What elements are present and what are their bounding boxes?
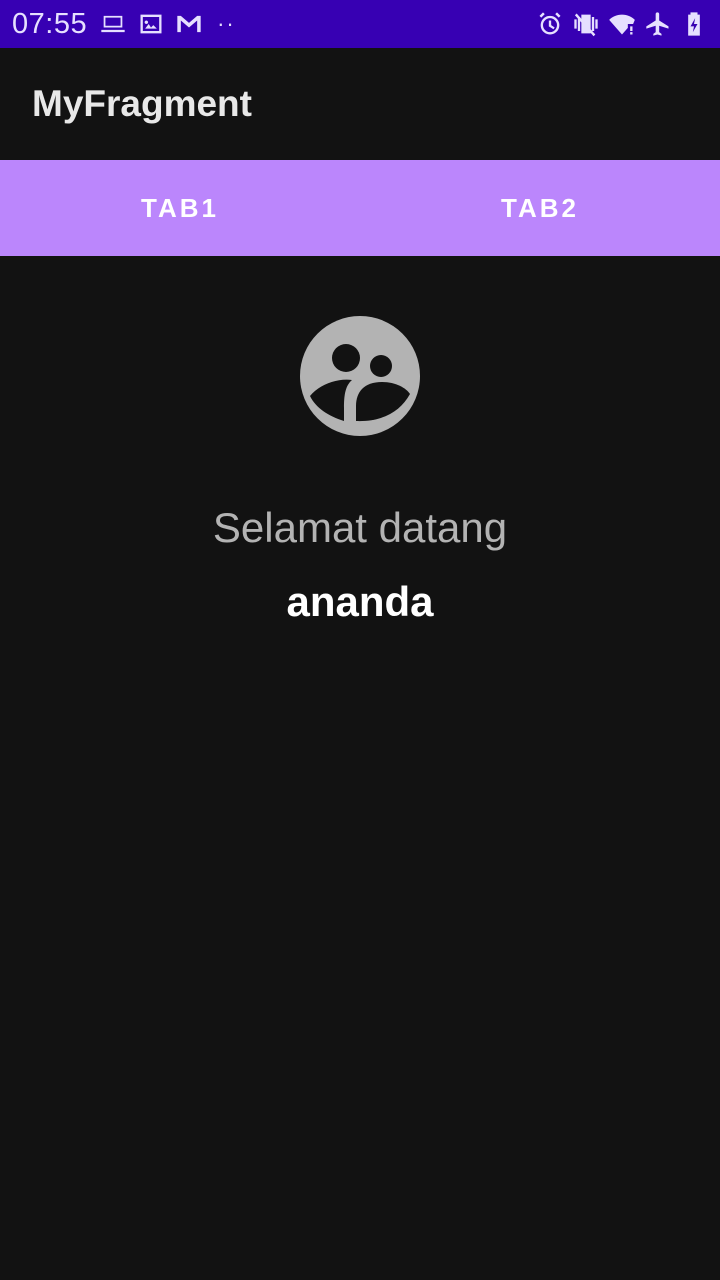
image-icon bbox=[137, 10, 165, 38]
welcome-text: Selamat datang bbox=[212, 504, 508, 551]
gmail-icon bbox=[175, 10, 203, 38]
app-title: MyFragment bbox=[32, 83, 252, 124]
status-time: 07:55 bbox=[12, 7, 88, 40]
user-name: ananda bbox=[286, 578, 434, 625]
status-notification-icons: ·· bbox=[99, 10, 236, 38]
tab-tab1[interactable]: TAB1 bbox=[0, 160, 360, 256]
fragment-content: Selamat datang ananda bbox=[0, 256, 720, 1280]
wifi-icon bbox=[608, 10, 636, 38]
more-notifications-indicator: ·· bbox=[217, 11, 236, 36]
vibrate-icon bbox=[572, 10, 600, 38]
group-avatar-icon bbox=[300, 316, 420, 436]
alarm-icon bbox=[536, 10, 564, 38]
tab-bar: TAB1 TAB2 bbox=[0, 160, 720, 256]
app-bar: MyFragment bbox=[0, 48, 720, 160]
status-system-icons bbox=[536, 10, 708, 38]
tab-tab2[interactable]: TAB2 bbox=[360, 160, 720, 256]
status-bar: 07:55 ·· bbox=[0, 0, 720, 48]
laptop-icon bbox=[99, 10, 127, 38]
battery-charging-icon bbox=[680, 10, 708, 38]
airplane-mode-icon bbox=[644, 10, 672, 38]
